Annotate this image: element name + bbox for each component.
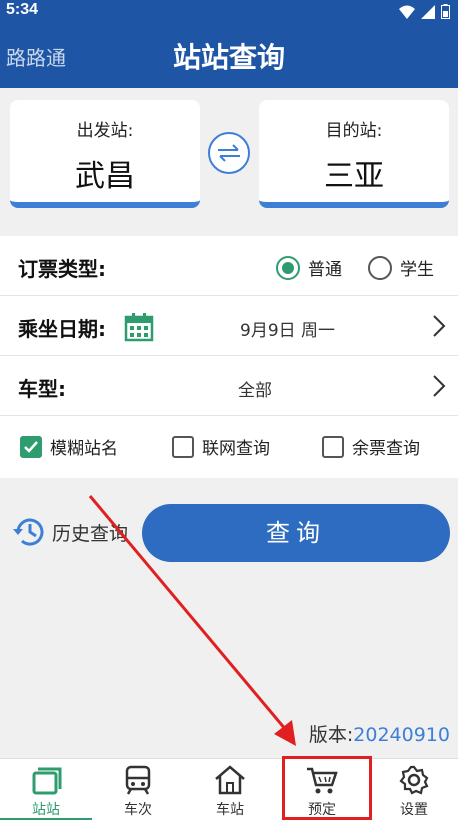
- gear-icon: [399, 765, 429, 795]
- home-station-icon: [215, 765, 245, 795]
- to-station-label: 目的站:: [325, 121, 383, 141]
- checkbox-fuzzy-label: 模糊站名: [50, 439, 118, 459]
- query-button[interactable]: 查询: [142, 504, 450, 562]
- history-query-button[interactable]: 历史查询: [12, 514, 128, 550]
- options-checkboxes: 模糊站名 联网查询 余票查询: [0, 416, 458, 478]
- train-icon: [125, 765, 151, 795]
- history-label: 历史查询: [52, 522, 129, 545]
- nav-item-station[interactable]: 车站: [184, 759, 276, 820]
- radio-student-label: 学生: [400, 260, 434, 280]
- calendar-icon[interactable]: [124, 312, 154, 342]
- radio-normal[interactable]: 普通: [276, 255, 342, 280]
- swap-icon: [218, 144, 240, 162]
- ticket-type-row: 订票类型: 普通 学生: [0, 236, 458, 296]
- checkbox-remaining-label: 余票查询: [352, 439, 420, 459]
- radio-student-circle[interactable]: [368, 255, 392, 280]
- chevron-right-icon: [433, 315, 446, 337]
- nav-item-station-query[interactable]: 站站: [0, 759, 92, 820]
- checkbox-online-label: 联网查询: [202, 439, 270, 459]
- bottom-nav: 站站 车次 车站 预定 设置: [0, 758, 458, 820]
- wifi-icon: [399, 5, 415, 19]
- nav-label-station-query: 站站: [32, 802, 60, 818]
- app-bar: 路路通 站站查询: [0, 24, 458, 88]
- radio-normal-circle[interactable]: [276, 255, 300, 280]
- from-station-name: 武昌: [75, 159, 135, 194]
- status-time: 5:34: [6, 1, 39, 18]
- swap-stations-button[interactable]: [208, 132, 250, 174]
- radio-student[interactable]: 学生: [368, 255, 434, 280]
- version-label: 版本:: [308, 724, 354, 746]
- radio-normal-label: 普通: [308, 260, 342, 280]
- station-to-station-icon: [32, 767, 62, 795]
- version-number: 20240910: [353, 724, 450, 746]
- to-station-card[interactable]: 目的站: 三亚: [259, 100, 449, 208]
- page-title: 站站查询: [172, 41, 285, 74]
- chevron-right-icon: [433, 375, 446, 397]
- checkbox-fuzzy-box[interactable]: [20, 435, 42, 458]
- date-label: 乘坐日期:: [18, 317, 106, 341]
- status-bar: 5:34: [0, 0, 458, 24]
- train-type-label: 车型:: [18, 377, 66, 401]
- history-icon: [13, 518, 44, 546]
- status-icons: [399, 4, 450, 19]
- check-icon: [24, 440, 38, 453]
- version-info: 版本:20240910: [309, 720, 450, 747]
- date-value: 9月9日 周一: [240, 321, 336, 341]
- checkbox-remaining-tickets[interactable]: 余票查询: [322, 434, 420, 459]
- checkbox-remaining-box[interactable]: [322, 435, 344, 458]
- ticket-type-label: 订票类型:: [18, 257, 106, 281]
- from-station-label: 出发站:: [76, 121, 134, 141]
- nav-label-station: 车站: [216, 802, 244, 818]
- checkbox-online-query[interactable]: 联网查询: [172, 434, 270, 459]
- signal-icon: [421, 4, 435, 19]
- from-station-card[interactable]: 出发站: 武昌: [10, 100, 200, 208]
- nav-item-settings[interactable]: 设置: [368, 759, 458, 820]
- train-type-value: 全部: [238, 381, 272, 401]
- checkbox-online-box[interactable]: [172, 435, 194, 458]
- to-station-name: 三亚: [324, 159, 384, 194]
- nav-item-train[interactable]: 车次: [92, 759, 184, 820]
- nav-label-settings: 设置: [400, 802, 428, 818]
- station-selector: 出发站: 武昌 目的站: 三亚: [0, 88, 458, 224]
- nav-label-train: 车次: [124, 802, 152, 818]
- checkbox-fuzzy-station[interactable]: 模糊站名: [20, 434, 118, 459]
- train-type-row[interactable]: 车型: 全部: [0, 356, 458, 416]
- date-row[interactable]: 乘坐日期: 9月9日 周一: [0, 296, 458, 356]
- battery-icon: [441, 4, 450, 19]
- highlight-box-booking: [282, 756, 372, 820]
- query-form: 订票类型: 普通 学生 乘坐日期: 9月9日 周一 车型: 全部 模糊站名 联网…: [0, 236, 458, 478]
